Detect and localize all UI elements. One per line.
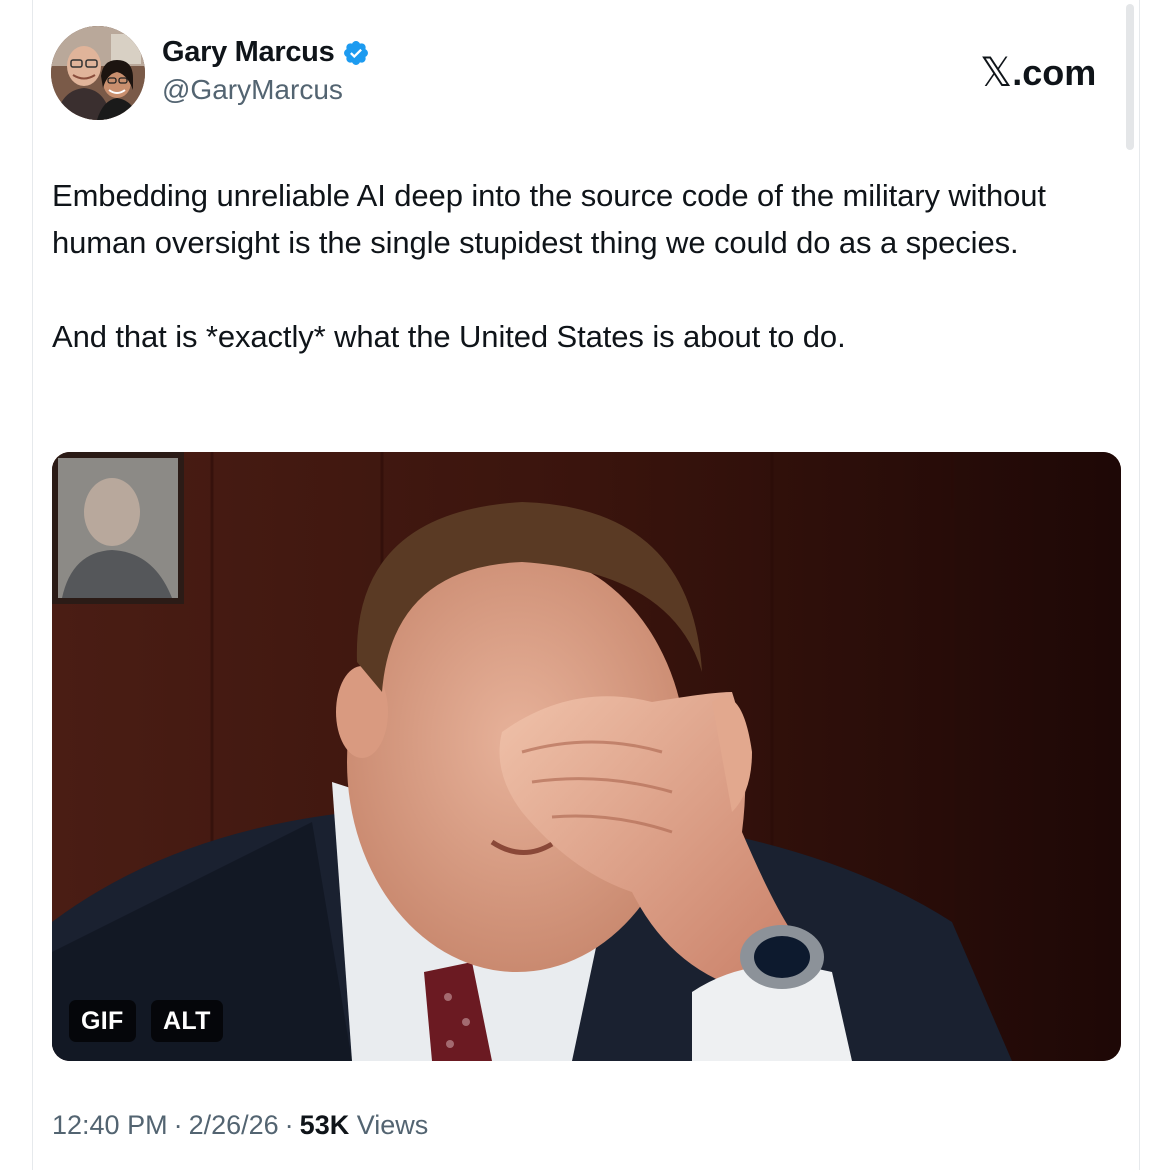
tweet-paragraph: Embedding unreliable AI deep into the so… [52, 178, 1046, 260]
gif-badge: GIF [69, 1000, 136, 1042]
meta-separator: · [173, 1110, 183, 1140]
alt-text-badge[interactable]: ALT [151, 1000, 223, 1042]
meta-separator: · [284, 1110, 294, 1140]
tweet-date[interactable]: 2/26/26 [189, 1110, 279, 1141]
tweet-text: Embedding unreliable AI deep into the so… [52, 172, 1132, 360]
x-logo-text: .com [1012, 52, 1097, 93]
avatar[interactable] [51, 26, 145, 120]
author-handle[interactable]: @GaryMarcus [162, 74, 343, 106]
tweet-meta: 12:40 PM · 2/26/26 · 53K Views [52, 1110, 428, 1141]
x-logo-icon: 𝕏 [980, 50, 1013, 96]
scrollbar[interactable] [1126, 4, 1134, 150]
author-name-row[interactable]: Gary Marcus [162, 36, 370, 69]
tweet-paragraph: And that is *exactly* what the United St… [52, 319, 846, 354]
gif-frame-image [52, 452, 1121, 1061]
tweet-time[interactable]: 12:40 PM [52, 1110, 168, 1141]
x-com-logo: 𝕏 .com [980, 50, 1096, 96]
views-label: Views [356, 1110, 429, 1140]
author-display-name[interactable]: Gary Marcus [162, 36, 335, 69]
gif-media[interactable] [52, 452, 1121, 1061]
verified-badge-icon [342, 39, 370, 67]
avatar-photo [51, 26, 145, 120]
views-count: 53K [299, 1110, 350, 1140]
